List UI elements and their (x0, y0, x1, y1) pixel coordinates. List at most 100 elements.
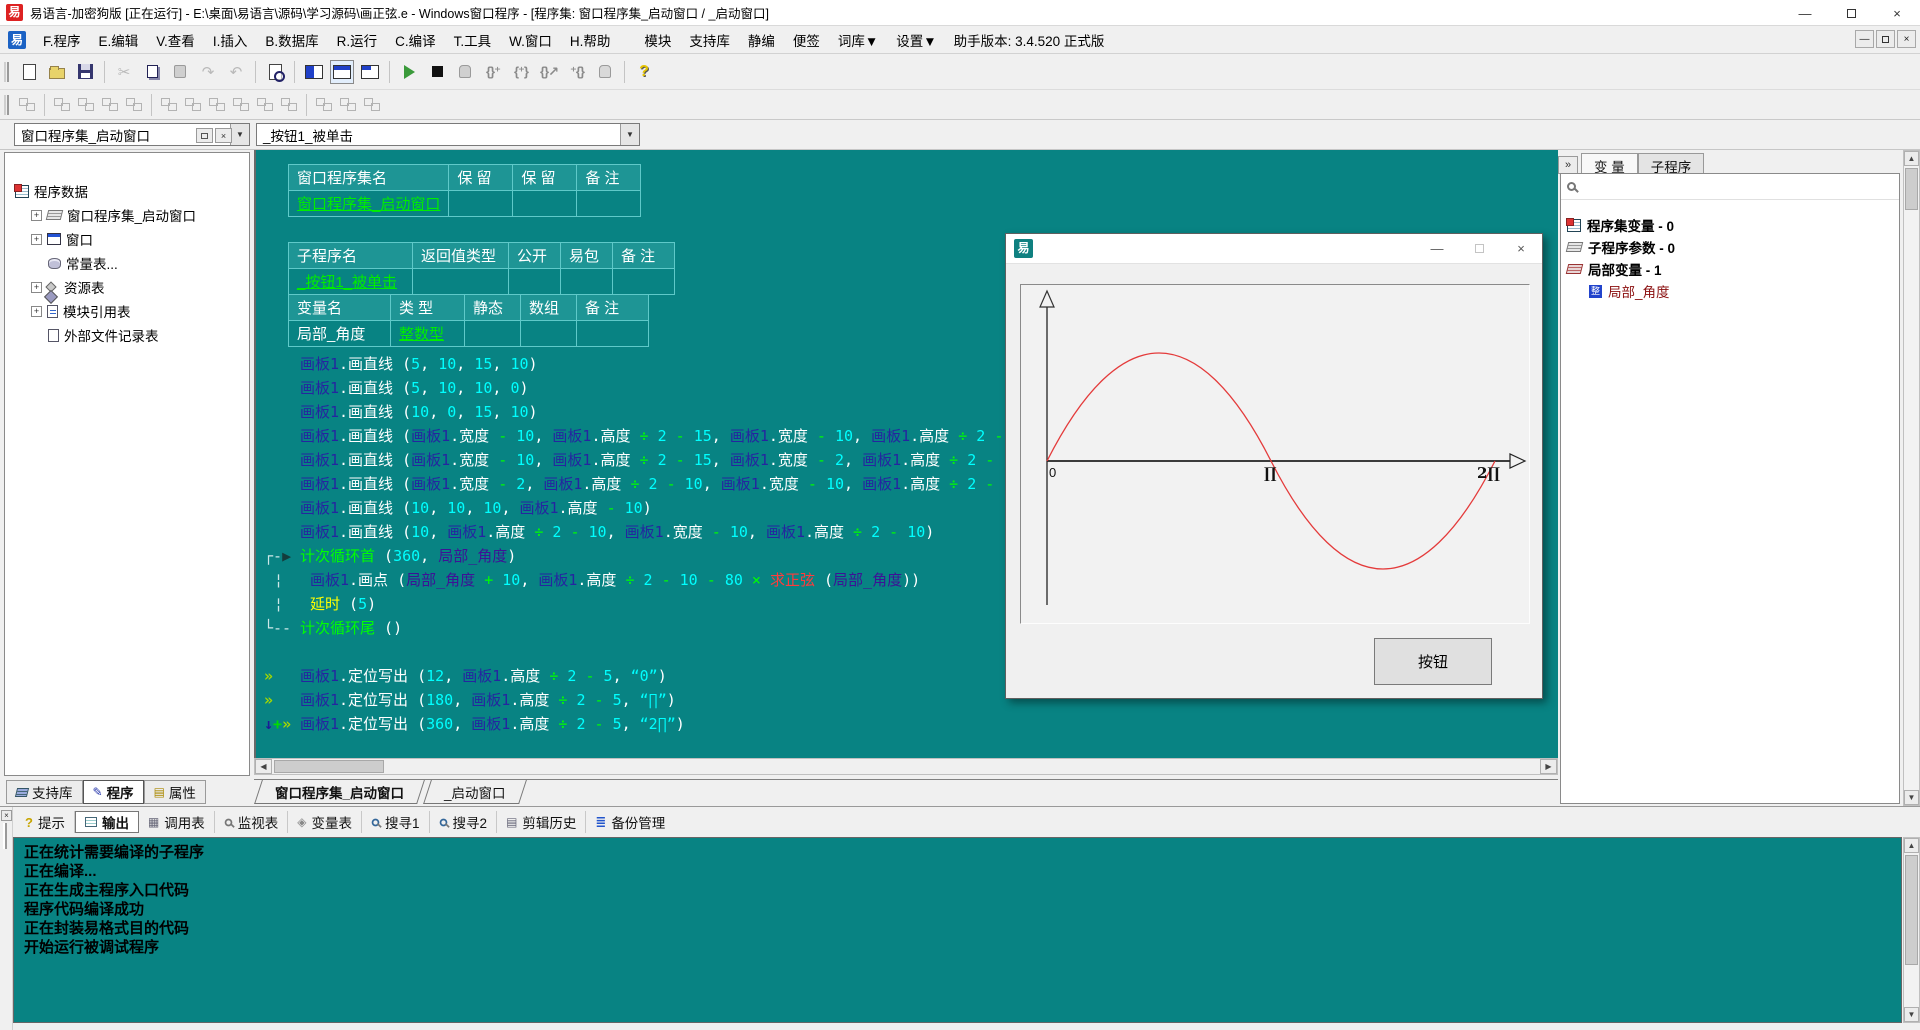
tree-item-window-program-set[interactable]: + 窗口程序集_启动窗口 (31, 205, 196, 225)
tree-item-program-data[interactable]: 程序数据 (15, 181, 88, 201)
cell-value[interactable]: 窗口程序集_启动窗口 (297, 196, 440, 213)
minimize-button[interactable]: — (1416, 234, 1458, 264)
menu-lexicon[interactable]: 词库▼ (829, 26, 887, 54)
debug-icon[interactable] (453, 60, 477, 84)
tab-output[interactable]: 输出 (75, 811, 139, 833)
stop-icon[interactable] (425, 60, 449, 84)
tree-item-program-set-vars[interactable]: 程序集变量 - 0 (1567, 214, 1893, 236)
output-scrollbar[interactable]: ▲ ▼ (1903, 837, 1920, 1023)
restore-button[interactable] (1828, 0, 1874, 26)
cell-value[interactable]: _按钮1_被单击 (297, 274, 397, 291)
output-console[interactable]: 正在统计需要编译的子程序正在编译...正在生成主程序入口代码程序代码编译成功正在… (13, 837, 1902, 1023)
cut-icon[interactable]: ✂ (112, 60, 136, 84)
tab-variables[interactable]: 变 量 (1581, 153, 1638, 174)
right-panel-scrollbar[interactable]: ▲ ▼ (1903, 150, 1920, 806)
menu-static-compile[interactable]: 静编 (739, 26, 784, 54)
subroutine-table[interactable]: 子程序名 返回值类型 公开 易包 备 注 _按钮1_被单击 (288, 242, 675, 295)
scroll-down-icon[interactable]: ▼ (1904, 1007, 1919, 1022)
tab-hints[interactable]: ?提示 (16, 811, 75, 833)
expand-icon[interactable]: + (31, 282, 42, 293)
panel-close-icon[interactable]: × (215, 128, 232, 143)
expand-icon[interactable]: + (31, 306, 42, 317)
menu-window[interactable]: W.窗口 (500, 26, 561, 54)
panel-overflow-icon[interactable]: » (1558, 156, 1578, 174)
close-button[interactable]: × (1500, 234, 1542, 264)
menu-program[interactable]: F.程序 (34, 26, 90, 54)
toolbar-grip[interactable] (4, 62, 9, 82)
hscroll-thumb[interactable] (274, 760, 384, 773)
program-window[interactable]: 易 — × 0 ∏ 2∏ 按钮 (1005, 233, 1543, 699)
step-over-icon[interactable]: {}⁺ (481, 60, 505, 84)
menu-notes[interactable]: 便签 (784, 26, 829, 54)
window-layout-left-icon[interactable] (302, 60, 326, 84)
tree-item-external-file-table[interactable]: 外部文件记录表 (48, 325, 159, 345)
subroutine-combo[interactable]: _按钮1_被单击 ▼ (256, 123, 640, 146)
mdi-restore-button[interactable] (1876, 30, 1895, 48)
dock-grip[interactable] (3, 823, 7, 849)
undo-icon[interactable]: ↶ (224, 60, 248, 84)
redo-icon[interactable]: ↷ (196, 60, 220, 84)
code-line[interactable]: ↓+»画板1.定位写出 (360, 画板1.高度 ÷ 2 - 5, “2∏”) (256, 712, 1558, 736)
menu-support-lib[interactable]: 支持库 (680, 26, 739, 54)
scroll-right-icon[interactable]: ▶ (1540, 759, 1557, 774)
close-button[interactable]: × (1874, 0, 1920, 26)
tab-support-lib[interactable]: 支持库 (6, 780, 83, 804)
tab-search1[interactable]: 搜寻1 (362, 811, 430, 833)
tree-item-resource-table[interactable]: + 资源表 (31, 277, 105, 297)
tree-item-subroutine-params[interactable]: 子程序参数 - 0 (1567, 236, 1893, 258)
mdi-close-button[interactable]: × (1897, 30, 1916, 48)
new-file-icon[interactable] (17, 60, 41, 84)
menu-help[interactable]: H.帮助 (561, 26, 620, 54)
menu-insert[interactable]: I.插入 (204, 26, 257, 54)
menu-compile[interactable]: C.编译 (386, 26, 445, 54)
tab-clip-history[interactable]: ▤剪辑历史 (497, 811, 586, 833)
editor-hscrollbar[interactable]: ◀ ▶ (254, 758, 1558, 775)
pause-hand-icon[interactable] (593, 60, 617, 84)
menu-view[interactable]: V.查看 (147, 26, 204, 54)
cell-value[interactable]: 整数型 (399, 326, 444, 343)
program-button[interactable]: 按钮 (1374, 638, 1492, 685)
find-icon[interactable] (263, 60, 287, 84)
tree-item-local-angle[interactable]: 整 局部_角度 (1567, 280, 1893, 302)
panel-pin-icon[interactable] (196, 128, 213, 143)
copy-icon[interactable] (140, 60, 164, 84)
menu-module[interactable]: 模块 (635, 26, 680, 54)
variable-search-row[interactable] (1561, 174, 1899, 200)
tab-subroutines[interactable]: 子程序 (1638, 153, 1705, 174)
chevron-down-icon[interactable]: ▼ (620, 124, 639, 145)
save-icon[interactable] (73, 60, 97, 84)
menu-settings[interactable]: 设置▼ (887, 26, 945, 54)
toolbar-grip[interactable] (4, 95, 9, 115)
scroll-left-icon[interactable]: ◀ (255, 759, 272, 774)
run-to-cursor-icon[interactable]: ⁺{} (565, 60, 589, 84)
maximize-button[interactable] (1458, 234, 1500, 264)
local-variable-table[interactable]: 变量名 类 型 静态 数组 备 注 局部_角度 整数型 (288, 294, 649, 347)
tab-call-table[interactable]: ▦调用表 (139, 811, 215, 833)
doc-tab-startup-window[interactable]: _启动窗口 (423, 780, 526, 804)
program-set-table[interactable]: 窗口程序集名 保 留 保 留 备 注 窗口程序集_启动窗口 (288, 164, 641, 217)
scroll-down-icon[interactable]: ▼ (1904, 790, 1919, 805)
scroll-up-icon[interactable]: ▲ (1904, 151, 1919, 166)
tab-watch-table[interactable]: 监视表 (215, 811, 289, 833)
tree-item-constant-table[interactable]: 常量表... (48, 253, 118, 273)
tab-search2[interactable]: 搜寻2 (430, 811, 498, 833)
minimize-button[interactable]: — (1782, 0, 1828, 26)
step-out-icon[interactable]: {}↗ (537, 60, 561, 84)
menu-run[interactable]: R.运行 (328, 26, 387, 54)
tab-backup-manager[interactable]: ≣备份管理 (586, 811, 674, 833)
menu-database[interactable]: B.数据库 (256, 26, 327, 54)
mdi-minimize-button[interactable]: — (1855, 30, 1874, 48)
run-icon[interactable] (397, 60, 421, 84)
menu-tools[interactable]: T.工具 (445, 26, 501, 54)
vscroll-thumb[interactable] (1905, 855, 1918, 965)
paste-icon[interactable] (168, 60, 192, 84)
scroll-up-icon[interactable]: ▲ (1904, 838, 1919, 853)
step-into-icon[interactable]: {⁺} (509, 60, 533, 84)
expand-icon[interactable]: + (31, 210, 42, 221)
window-layout-top-icon[interactable] (330, 60, 354, 84)
dock-handle[interactable]: × (0, 807, 13, 1030)
expand-icon[interactable]: + (31, 234, 42, 245)
chevron-down-icon[interactable]: ▼ (230, 124, 249, 145)
doc-tab-program-set[interactable]: 窗口程序集_启动窗口 (254, 780, 425, 804)
search-icon[interactable] (1567, 182, 1576, 191)
